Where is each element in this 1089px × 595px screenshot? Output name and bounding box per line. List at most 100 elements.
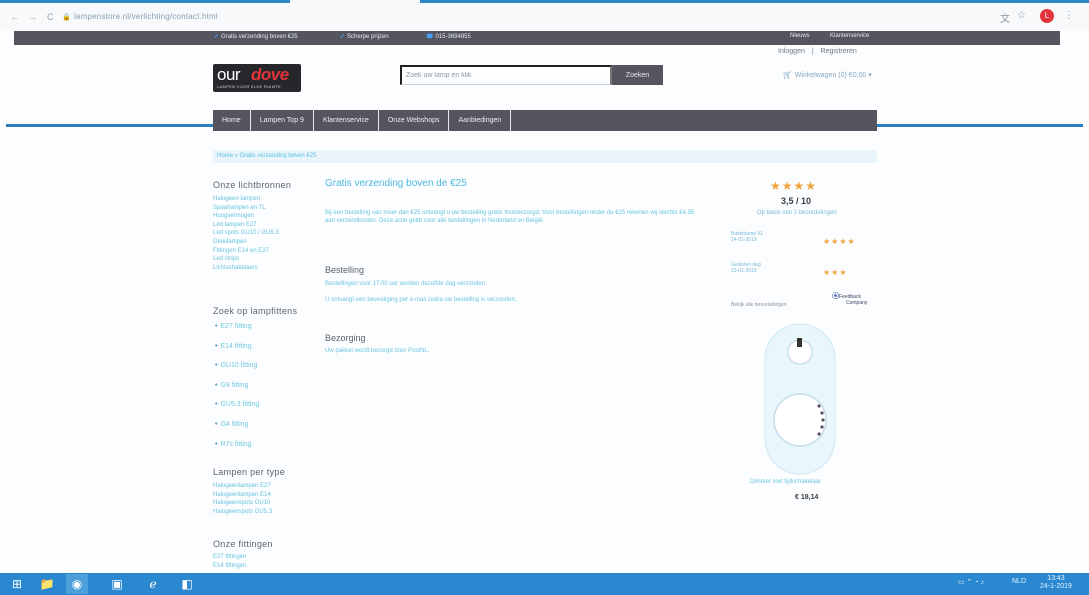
language-indicator[interactable]: NLD [1012, 578, 1026, 585]
sidebar-link[interactable]: Fittingen E14 en E27 [213, 247, 279, 256]
clock[interactable]: 13:43 24-1-2019 [1040, 575, 1072, 591]
fitting-link[interactable]: • GU10 fitting [215, 362, 259, 382]
tray-icons[interactable]: ▭ ⌃ ◔ ♪ [958, 578, 984, 586]
fitting-list: • E27 fitting • E14 fitting • GU10 fitting … [215, 323, 259, 460]
logo-word-accent: dove [251, 65, 289, 84]
sidebar-link[interactable]: Lichtschakelaars [213, 264, 279, 273]
word-icon[interactable]: ▣ [106, 574, 128, 594]
sidebar-link[interactable]: Gloeilampen [213, 238, 279, 247]
search-button[interactable]: Zoeken [612, 65, 663, 85]
clock-date: 24-1-2019 [1040, 583, 1072, 590]
fitting-link[interactable]: • R7s fitting [215, 441, 259, 461]
sidebar-link[interactable]: E14 fittingen [213, 562, 246, 571]
sidebar-link[interactable]: Halogeenspots GU5.3 [213, 508, 272, 517]
bookmark-star-icon[interactable]: ☆ [1017, 10, 1026, 21]
register-link[interactable]: Registreren [821, 48, 857, 55]
sidebar-link[interactable]: Led lampen E27 [213, 221, 279, 230]
cart-link[interactable]: 🛒 Winkelwagen (0) €0,00 ▾ [783, 71, 872, 79]
login-link[interactable]: Inloggen [778, 48, 805, 55]
sidebar-link[interactable]: Hoogvermogen [213, 212, 279, 221]
plug-pin [797, 338, 802, 347]
section-text: Uw pakket wordt bezorgd door PostNL. [325, 348, 430, 354]
bullet-icon: • [215, 420, 218, 428]
fitting-link[interactable]: • G9 fitting [215, 382, 259, 402]
menu-item-webshops[interactable]: Onze Webshops [379, 110, 450, 131]
cart-label: Winkelwagen (0) €0,00 ▾ [794, 72, 872, 79]
bullet-icon: • [215, 323, 218, 330]
sidebar-link[interactable]: Halogeenspots GU10 [213, 499, 272, 508]
fitting-label: GU5.3 fitting [220, 401, 260, 409]
menu-item-top9[interactable]: Lampen Top 9 [251, 110, 314, 131]
fc-logo-icon: ⦿ [832, 293, 839, 300]
sidebar-link[interactable]: Halogeen lampen [213, 195, 279, 204]
search-input[interactable] [400, 65, 612, 85]
menu-dots-icon[interactable]: ⋮ [1064, 10, 1074, 21]
bullet-icon: • [215, 342, 218, 350]
usp-item: ☎ 015-3694855 [426, 33, 471, 40]
sidebar-link[interactable]: Halogeenlampen E14 [213, 491, 272, 500]
product-price: € 18,14 [795, 494, 819, 501]
product-image[interactable] [755, 320, 845, 480]
lock-icon: 🔒 [62, 14, 71, 21]
page-title: Gratis verzending boven de €25 [325, 178, 467, 189]
usp-text: Scherpe prijzen [347, 34, 389, 40]
sidebar-link[interactable]: Halogeenlampen E27 [213, 482, 272, 491]
ie-icon[interactable]: ℯ [142, 574, 164, 594]
news-link[interactable]: Nieuws [790, 33, 810, 39]
customer-service-link[interactable]: Klantenservice [830, 33, 869, 39]
dial-mark [817, 404, 821, 408]
section-text: Bestellingen voor 17:00 uur worden dezel… [325, 281, 487, 287]
usp-text: Gratis verzending boven €25 [221, 34, 298, 40]
intro-paragraph: Bij een bestelling van meer dan €25 ontv… [325, 210, 695, 224]
rating-count[interactable]: Op basis van 2 beoordelingen [757, 210, 837, 216]
menu-item-klantenservice[interactable]: Klantenservice [314, 110, 379, 131]
sidebar-link[interactable]: Led strips [213, 255, 279, 264]
bullet-icon: • [215, 401, 218, 409]
fitting-link[interactable]: • E14 fitting [215, 343, 259, 363]
account-links: Inloggen | Registreren [778, 48, 857, 55]
bullet-icon: • [215, 362, 218, 370]
main-menu: Home Lampen Top 9 Klantenservice Onze We… [213, 110, 877, 131]
fitting-label: R7s fitting [220, 440, 252, 448]
rating-stars: ★★★★ [770, 179, 818, 193]
breadcrumb[interactable]: Home » Gratis verzending boven €25 [213, 150, 877, 163]
sidebar-link[interactable]: Led spots GU10 / GU5.3 [213, 229, 279, 238]
read-reviews-link[interactable]: Bekijk alle beoordelingen [731, 302, 787, 308]
top-info-bar: ✓ Gratis verzending boven €25 ✓ Scherpe pr… [14, 31, 1060, 45]
clock-time: 13:43 [1047, 575, 1065, 582]
dial-mark [820, 411, 824, 415]
reload-button[interactable]: C [47, 12, 54, 22]
logo-word: our [217, 65, 241, 84]
fitting-link[interactable]: • GU5.3 fitting [215, 401, 259, 421]
site-logo[interactable]: our dove LAMPEN VOOR ELKE RUIMTE [213, 64, 301, 92]
fitting-label: E27 fitting [220, 323, 252, 330]
fitting-label: GU10 fitting [220, 362, 258, 370]
profile-avatar[interactable]: L [1040, 9, 1054, 23]
tab-accent [0, 0, 290, 3]
translate-icon[interactable]: 文 [1000, 10, 1010, 25]
sidebar-link[interactable]: E27 fittingen [213, 553, 246, 562]
address-bar[interactable]: lampenstore.nl/verlichting/contact.html [74, 12, 218, 21]
menu-item-home[interactable]: Home [213, 110, 251, 131]
check-icon: ✓ [214, 34, 220, 40]
fitting-link[interactable]: • G4 fitting [215, 421, 259, 441]
windows-start-icon[interactable]: ⊞ [6, 574, 28, 594]
menu-item-aanbiedingen[interactable]: Aanbiedingen [449, 110, 512, 131]
section-heading: Bestelling [325, 265, 365, 275]
file-explorer-icon[interactable]: 📁 [36, 574, 58, 594]
check-icon: ✓ [340, 34, 346, 40]
feedback-company-logo[interactable]: ⦿Feedback Company [832, 293, 868, 306]
outlook-icon[interactable]: ◧ [176, 574, 198, 594]
browser-chrome: ← → C 🔒 lampenstore.nl/verlichting/conta… [0, 0, 1089, 30]
back-button[interactable]: ← [10, 12, 19, 22]
product-name-link[interactable]: Dimmer met tijdschakelaar [750, 479, 821, 485]
fc-sub: Company [846, 300, 868, 306]
sidebar-link[interactable]: Spaarlampen en TL [213, 204, 279, 213]
fitting-link[interactable]: • E27 fitting [215, 323, 259, 343]
forward-button[interactable]: → [28, 12, 37, 22]
chrome-icon[interactable]: ◉ [66, 574, 88, 594]
windows-taskbar: ⊞ 📁 ◉ ▣ ℯ ◧ ▭ ⌃ ◔ ♪ NLD 13:43 24-1-2019 [0, 573, 1089, 595]
bullet-icon: • [215, 440, 218, 448]
sidebar-list: Halogeen lampen Spaarlampen en TL Hoogve… [213, 195, 279, 272]
review-stars: ★★★ [823, 268, 848, 277]
